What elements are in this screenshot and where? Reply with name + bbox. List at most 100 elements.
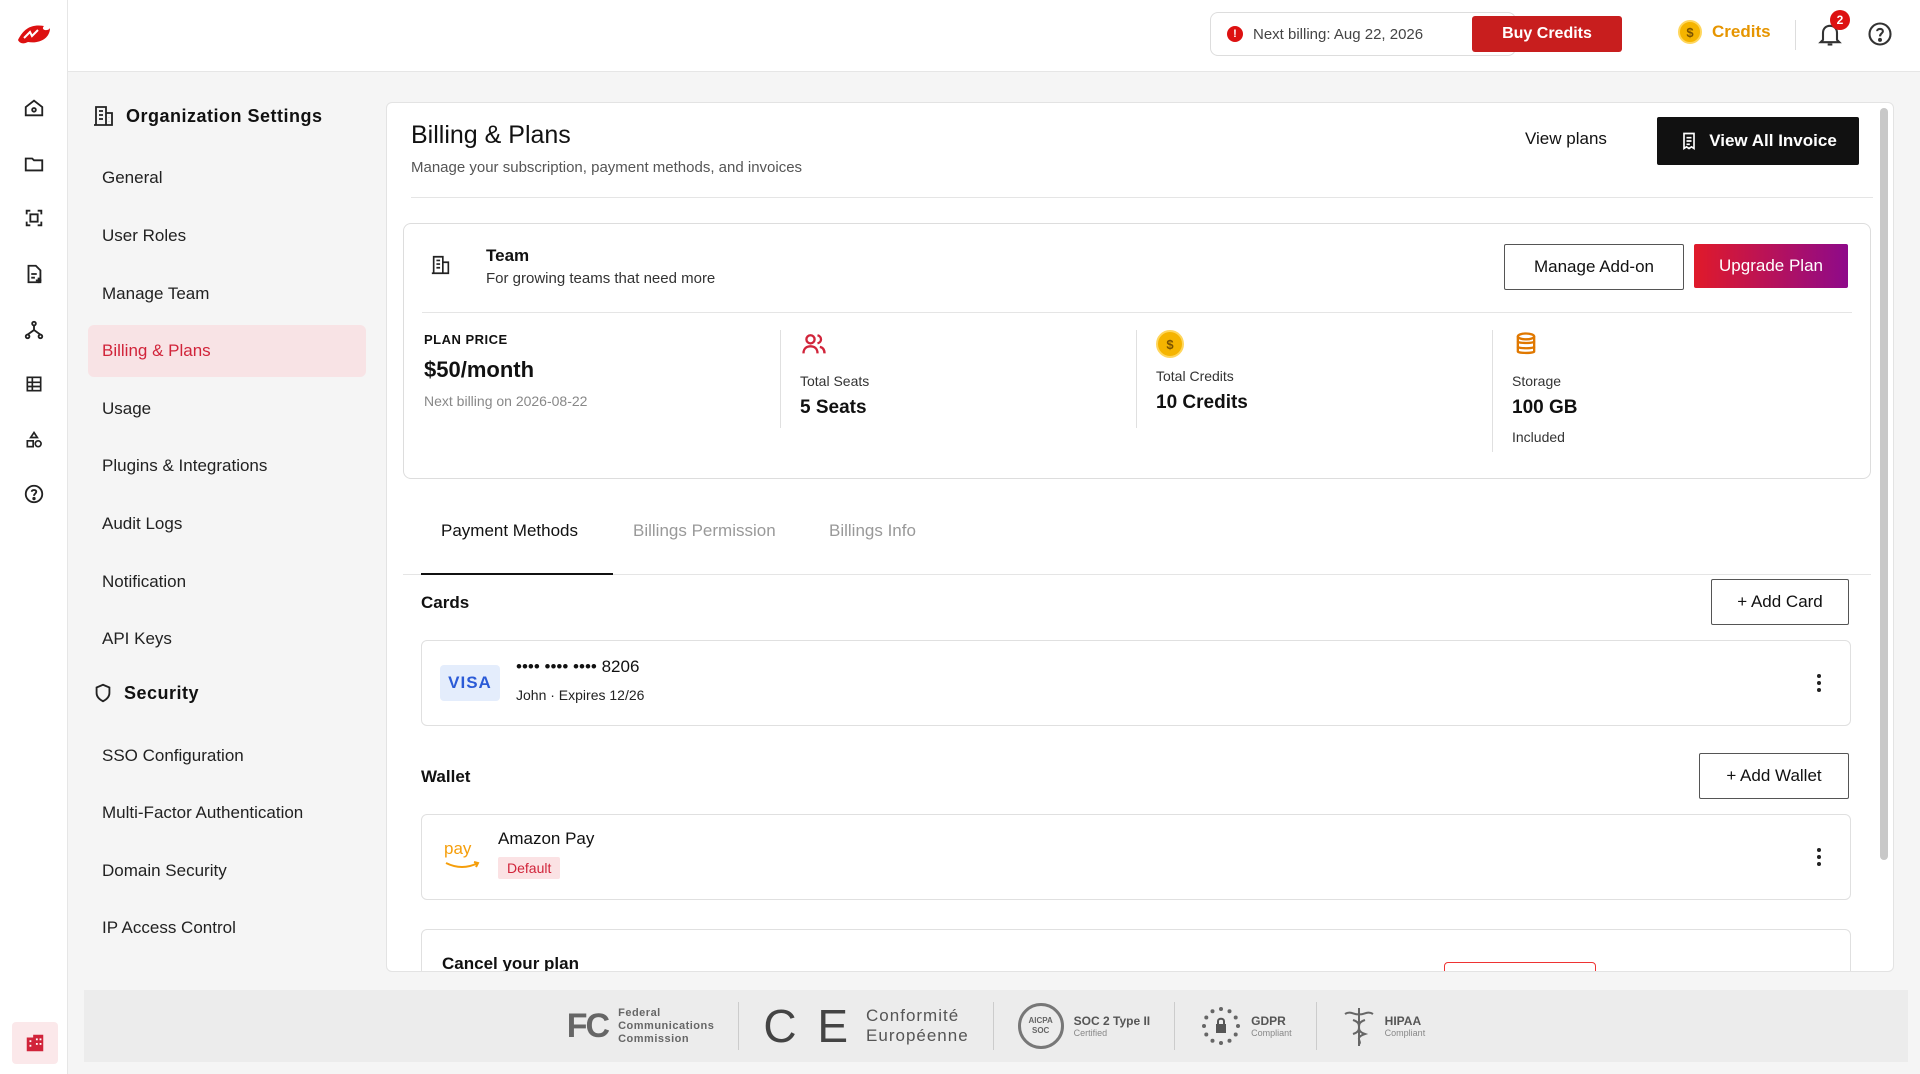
total-seats-label: Total Seats bbox=[800, 373, 870, 389]
sidebar-item-user-roles[interactable]: User Roles bbox=[88, 210, 366, 262]
plan-next-billing: Next billing on 2026-08-22 bbox=[424, 393, 588, 409]
add-card-button[interactable]: + Add Card bbox=[1711, 579, 1849, 625]
top-bar bbox=[68, 0, 1920, 72]
building-outline-icon bbox=[94, 106, 113, 126]
sidebar-item-sso-configuration[interactable]: SSO Configuration bbox=[88, 730, 366, 782]
next-billing-pill[interactable]: ! Next billing: Aug 22, 2026 bbox=[1210, 12, 1516, 56]
buy-credits-button[interactable]: Buy Credits bbox=[1472, 16, 1622, 52]
sidebar-item-ip-access-control[interactable]: IP Access Control bbox=[88, 902, 366, 954]
aicpa-seal-icon: AICPA SOC bbox=[1017, 1003, 1064, 1049]
plan-name: Team bbox=[486, 246, 530, 265]
stat-separator bbox=[780, 330, 781, 428]
ce-logo-icon: C E bbox=[763, 1000, 853, 1052]
card-number: •••• •••• •••• 8206 bbox=[516, 657, 640, 676]
page-subtitle: Manage your subscription, payment method… bbox=[411, 159, 803, 176]
sidebar-item-plugins-integrations[interactable]: Plugins & Integrations bbox=[88, 440, 366, 492]
manage-addon-button[interactable]: Manage Add-on bbox=[1504, 244, 1684, 290]
storage-note: Included bbox=[1512, 429, 1565, 445]
fcc-logo-icon: FC bbox=[566, 1006, 610, 1045]
plan-description: For growing teams that need more bbox=[486, 270, 716, 287]
coin-icon: $ bbox=[1678, 20, 1702, 44]
header-divider bbox=[411, 197, 1873, 198]
plan-price-value: $50/month bbox=[424, 357, 535, 382]
help-circle-icon[interactable] bbox=[20, 480, 48, 508]
organization-button[interactable] bbox=[12, 1022, 58, 1064]
total-credits-label: Total Credits bbox=[1156, 368, 1234, 384]
plan-price-label: PLAN PRICE bbox=[424, 332, 508, 347]
total-seats-stat: Total Seats 5 Seats bbox=[800, 330, 869, 419]
shapes-icon[interactable] bbox=[20, 426, 48, 454]
invoice-icon bbox=[1683, 132, 1696, 151]
cancel-plan-title: Cancel your plan bbox=[442, 954, 579, 972]
sidebar-item-multi-factor-authentication[interactable]: Multi-Factor Authentication bbox=[88, 787, 366, 839]
workflow-icon[interactable] bbox=[20, 316, 48, 344]
organization-settings-heading: Organization Settings bbox=[92, 104, 323, 128]
stat-separator bbox=[1492, 330, 1493, 452]
card-details: John · Expires 12/26 bbox=[516, 687, 645, 703]
storage-value: 100 GB bbox=[1512, 397, 1578, 418]
cancel-plan-card: Cancel your plan bbox=[421, 929, 1851, 972]
help-icon[interactable] bbox=[1866, 20, 1894, 48]
scan-icon[interactable] bbox=[20, 204, 48, 232]
sidebar-item-api-keys[interactable]: API Keys bbox=[88, 613, 366, 665]
ce-badge: C E Conformité Européenne bbox=[738, 1000, 992, 1052]
credits-button[interactable]: $ Credits bbox=[1678, 20, 1771, 44]
topbar-divider bbox=[1795, 20, 1796, 50]
wallet-row[interactable]: pay Amazon Pay Default bbox=[421, 814, 1851, 900]
visa-logo-icon: VISA bbox=[440, 665, 500, 701]
sidebar-item-billing-plans[interactable]: Billing & Plans bbox=[88, 325, 366, 377]
payment-tabs: Payment Methods Billings Permission Bill… bbox=[403, 503, 1871, 575]
default-badge: Default bbox=[498, 857, 561, 879]
compliance-bar: FC Federal Communications Commission C E… bbox=[84, 990, 1908, 1062]
users-icon bbox=[802, 334, 826, 354]
view-all-invoice-button[interactable]: View All Invoice bbox=[1657, 117, 1859, 165]
more-options-icon[interactable] bbox=[1816, 845, 1822, 869]
wallet-title: Wallet bbox=[421, 767, 471, 786]
hipaa-badge: HIPAA Compliant bbox=[1315, 1002, 1450, 1050]
total-seats-value: 5 Seats bbox=[800, 397, 867, 418]
card-row[interactable]: VISA •••• •••• •••• 8206 John · Expires … bbox=[421, 640, 1851, 726]
home-icon[interactable] bbox=[20, 94, 48, 122]
building-outline-icon bbox=[431, 255, 450, 275]
alert-icon: ! bbox=[1227, 26, 1243, 42]
more-options-icon[interactable] bbox=[1816, 671, 1822, 695]
sidebar-item-general[interactable]: General bbox=[88, 152, 366, 204]
security-heading: Security bbox=[92, 682, 199, 704]
folder-icon[interactable] bbox=[20, 150, 48, 178]
icon-rail bbox=[0, 0, 68, 1074]
building-icon bbox=[26, 1034, 44, 1052]
gdpr-stars-lock-icon bbox=[1202, 1007, 1241, 1045]
upgrade-plan-button[interactable]: Upgrade Plan bbox=[1694, 244, 1848, 288]
storage-stat: Storage 100 GB Included bbox=[1512, 330, 1577, 445]
coin-icon: $ bbox=[1156, 330, 1184, 358]
sidebar-item-manage-team[interactable]: Manage Team bbox=[88, 268, 366, 320]
panel-scrollbar[interactable] bbox=[1880, 108, 1888, 860]
amazon-pay-logo-icon: pay bbox=[444, 839, 484, 873]
brand-logo-icon[interactable] bbox=[14, 18, 54, 50]
active-tab-underline bbox=[421, 573, 613, 575]
next-billing-text: Next billing: Aug 22, 2026 bbox=[1253, 25, 1424, 43]
wallet-name: Amazon Pay bbox=[498, 829, 595, 848]
cards-title: Cards bbox=[421, 593, 470, 612]
add-wallet-button[interactable]: + Add Wallet bbox=[1699, 753, 1849, 799]
credits-label: Credits bbox=[1712, 22, 1771, 41]
sidebar-item-domain-security[interactable]: Domain Security bbox=[88, 845, 366, 897]
sidebar-item-usage[interactable]: Usage bbox=[88, 383, 366, 435]
soc2-badge: AICPA SOC SOC 2 Type II Certified bbox=[992, 1002, 1174, 1050]
view-plans-link[interactable]: View plans bbox=[1525, 129, 1607, 149]
tab-payment-methods[interactable]: Payment Methods bbox=[441, 521, 578, 541]
sidebar-item-audit-logs[interactable]: Audit Logs bbox=[88, 498, 366, 550]
cancel-plan-button[interactable] bbox=[1444, 962, 1596, 971]
document-add-icon[interactable] bbox=[20, 260, 48, 288]
tab-billings-permission[interactable]: Billings Permission bbox=[633, 521, 776, 541]
database-icon bbox=[1516, 332, 1536, 355]
plan-price-stat: PLAN PRICE $50/month Next billing on 202… bbox=[424, 332, 587, 409]
plan-card-divider bbox=[422, 312, 1852, 313]
fcc-badge: FC Federal Communications Commission bbox=[566, 1006, 715, 1045]
shield-icon bbox=[95, 683, 111, 703]
table-icon[interactable] bbox=[20, 370, 48, 398]
notification-badge: 2 bbox=[1830, 10, 1850, 30]
sidebar-item-notification[interactable]: Notification bbox=[88, 556, 366, 608]
tab-billings-info[interactable]: Billings Info bbox=[829, 521, 916, 541]
gdpr-badge: GDPR Compliant bbox=[1174, 1002, 1316, 1050]
